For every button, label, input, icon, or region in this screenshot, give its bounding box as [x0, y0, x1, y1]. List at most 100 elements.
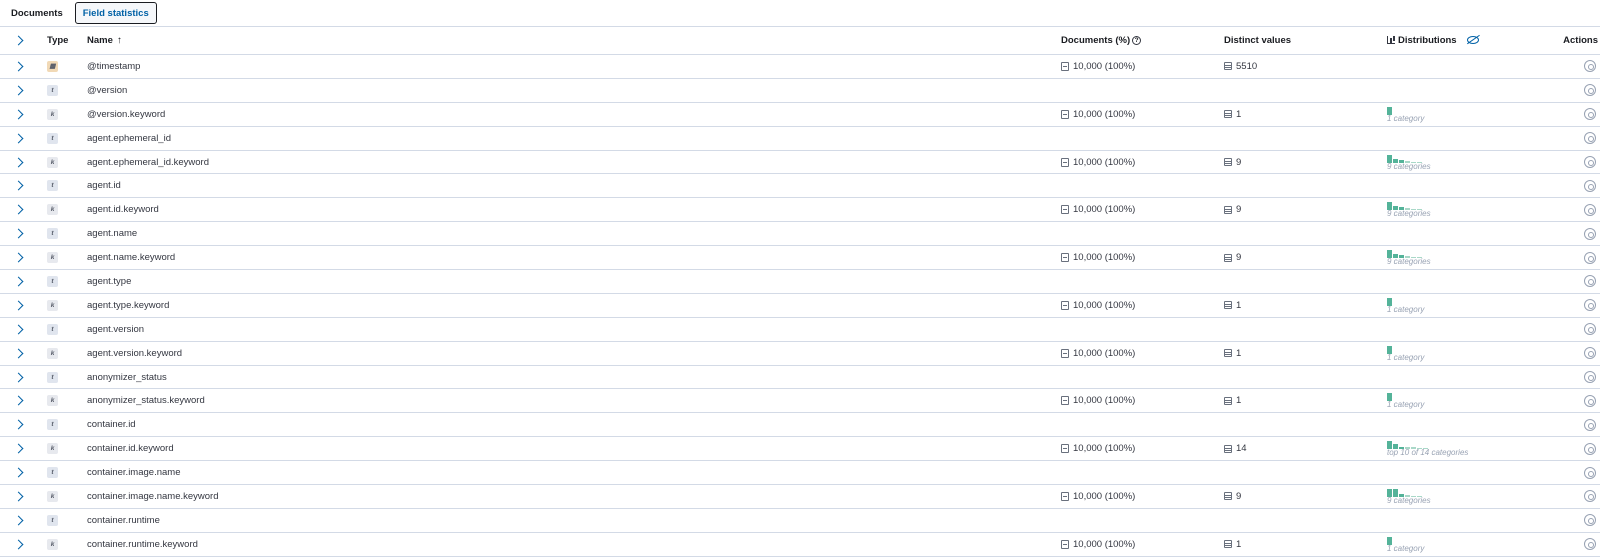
help-icon[interactable]: ? [1132, 36, 1142, 45]
tab-bar: Documents Field statistics [0, 0, 1600, 27]
expand-row-button[interactable] [12, 418, 26, 432]
expand-row-button[interactable] [12, 537, 26, 551]
expand-all-button[interactable] [12, 34, 26, 48]
column-header-type[interactable]: Type [47, 35, 68, 46]
expand-row-button[interactable] [12, 346, 26, 360]
explore-action-button[interactable] [1584, 418, 1596, 431]
expand-row-button[interactable] [12, 107, 26, 121]
tab-documents[interactable]: Documents [3, 2, 71, 24]
eye-closed-icon[interactable] [1466, 36, 1479, 44]
keyword-type-icon: k [47, 395, 58, 407]
explore-action-button[interactable] [1584, 132, 1596, 145]
expand-row-button[interactable] [12, 513, 26, 527]
explore-action-button[interactable] [1584, 156, 1596, 168]
table-row[interactable]: ▦ @timestamp 10,000 (100%) 5510 [0, 55, 1600, 79]
expand-row-button[interactable] [12, 322, 26, 336]
explore-action-button[interactable] [1584, 347, 1596, 360]
table-row[interactable]: t anonymizer_status [0, 366, 1600, 390]
expand-row-button[interactable] [12, 370, 26, 384]
expand-row-button[interactable] [12, 298, 26, 312]
sort-up-icon: ↑ [116, 35, 122, 46]
documents-count-value: 10,000 (100%) [1073, 490, 1136, 502]
documents-count-value: 10,000 (100%) [1073, 60, 1136, 72]
field-type: t [47, 514, 58, 526]
distinct-values: 1 [1224, 395, 1241, 406]
column-header-documents[interactable]: Documents (%)? [1061, 35, 1142, 46]
explore-action-button[interactable] [1584, 251, 1596, 264]
distinct-values-value: 9 [1236, 156, 1242, 168]
expand-row-button[interactable] [12, 155, 26, 169]
table-row[interactable]: k agent.type.keyword 10,000 (100%) 1 1 categ… [0, 294, 1600, 318]
expand-row-button[interactable] [12, 131, 26, 145]
text-type-icon: t [47, 180, 58, 192]
tab-field-statistics[interactable]: Field statistics [74, 2, 157, 24]
chevron-right-icon [13, 61, 23, 72]
explore-action-button[interactable] [1584, 84, 1596, 97]
explore-action-button[interactable] [1584, 60, 1596, 73]
distinct-values-value: 5510 [1236, 60, 1258, 72]
field-type: t [47, 132, 58, 144]
table-row[interactable]: t container.id [0, 413, 1600, 438]
table-row[interactable]: t container.image.name [0, 461, 1600, 486]
table-row[interactable]: t container.runtime [0, 509, 1600, 533]
table-row[interactable]: t @version [0, 79, 1600, 103]
expand-row-button[interactable] [12, 274, 26, 288]
expand-row-button[interactable] [12, 179, 26, 193]
expand-row-button[interactable] [12, 466, 26, 480]
column-header-distinct[interactable]: Distinct values [1224, 35, 1291, 46]
table-row[interactable]: k container.image.name.keyword 10,000 (100… [0, 485, 1600, 509]
expand-row-button[interactable] [12, 442, 26, 456]
document-icon [1061, 205, 1069, 215]
table-row[interactable]: t agent.type [0, 270, 1600, 294]
chevron-right-icon [13, 133, 23, 144]
chevron-right-icon [13, 252, 23, 263]
expand-row-button[interactable] [12, 83, 26, 97]
explore-action-button[interactable] [1584, 466, 1596, 479]
explore-action-button[interactable] [1584, 227, 1596, 240]
documents-count-value: 10,000 (100%) [1073, 108, 1136, 120]
table-row[interactable]: t agent.name [0, 222, 1600, 247]
explore-action-button[interactable] [1584, 323, 1596, 336]
table-row[interactable]: k @version.keyword 10,000 (100%) 1 1 categor… [0, 103, 1600, 127]
expand-row-button[interactable] [12, 203, 26, 217]
expand-row-button[interactable] [12, 251, 26, 265]
distinct-values: 1 [1224, 109, 1241, 120]
explore-action-button[interactable] [1584, 371, 1596, 384]
field-type: k [47, 490, 58, 502]
chevron-right-icon [13, 467, 23, 478]
table-row[interactable]: k container.runtime.keyword 10,000 (100%) 1… [0, 533, 1600, 557]
table-row[interactable]: k agent.name.keyword 10,000 (100%) 9 9 categ… [0, 246, 1600, 271]
explore-action-button[interactable] [1584, 299, 1596, 312]
field-type: k [47, 252, 58, 264]
column-header-name[interactable]: Name ↑ [87, 35, 122, 46]
table-row[interactable]: t agent.id [0, 174, 1600, 199]
table-row[interactable]: k agent.version.keyword 10,000 (100%) 1 1 ca… [0, 342, 1600, 366]
explore-action-button[interactable] [1584, 108, 1596, 121]
explore-action-button[interactable] [1584, 179, 1596, 192]
explore-action-button[interactable] [1584, 490, 1596, 503]
expand-row-button[interactable] [12, 227, 26, 241]
documents-count-value: 10,000 (100%) [1073, 299, 1136, 311]
explore-action-button[interactable] [1584, 538, 1596, 551]
distribution: 9 categories [1387, 201, 1431, 218]
column-header-distributions[interactable]: Distributions [1387, 35, 1479, 46]
explore-action-button[interactable] [1584, 514, 1596, 527]
table-row[interactable]: t agent.ephemeral_id [0, 127, 1600, 151]
explore-action-button[interactable] [1584, 442, 1596, 455]
explore-action-button[interactable] [1584, 203, 1596, 216]
explore-action-button[interactable] [1584, 275, 1596, 288]
expand-row-button[interactable] [12, 59, 26, 73]
table-row[interactable]: t agent.version [0, 318, 1600, 342]
explore-action-button[interactable] [1584, 394, 1596, 407]
category-count: 1 category [1387, 400, 1425, 410]
table-row[interactable]: k anonymizer_status.keyword 10,000 (100%) 1… [0, 389, 1600, 414]
table-header: Type Name ↑ Documents (%)? Distinct value… [0, 27, 1600, 55]
documents-count-value: 10,000 (100%) [1073, 156, 1136, 168]
table-row[interactable]: k container.id.keyword 10,000 (100%) 14 top … [0, 437, 1600, 462]
column-header-name-label: Name [87, 35, 113, 46]
expand-row-button[interactable] [12, 489, 26, 503]
documents-count-value: 10,000 (100%) [1073, 347, 1136, 359]
table-row[interactable]: k agent.id.keyword 10,000 (100%) 9 9 categor… [0, 198, 1600, 223]
expand-row-button[interactable] [12, 394, 26, 408]
table-row[interactable]: k agent.ephemeral_id.keyword 10,000 (100%)… [0, 151, 1600, 175]
